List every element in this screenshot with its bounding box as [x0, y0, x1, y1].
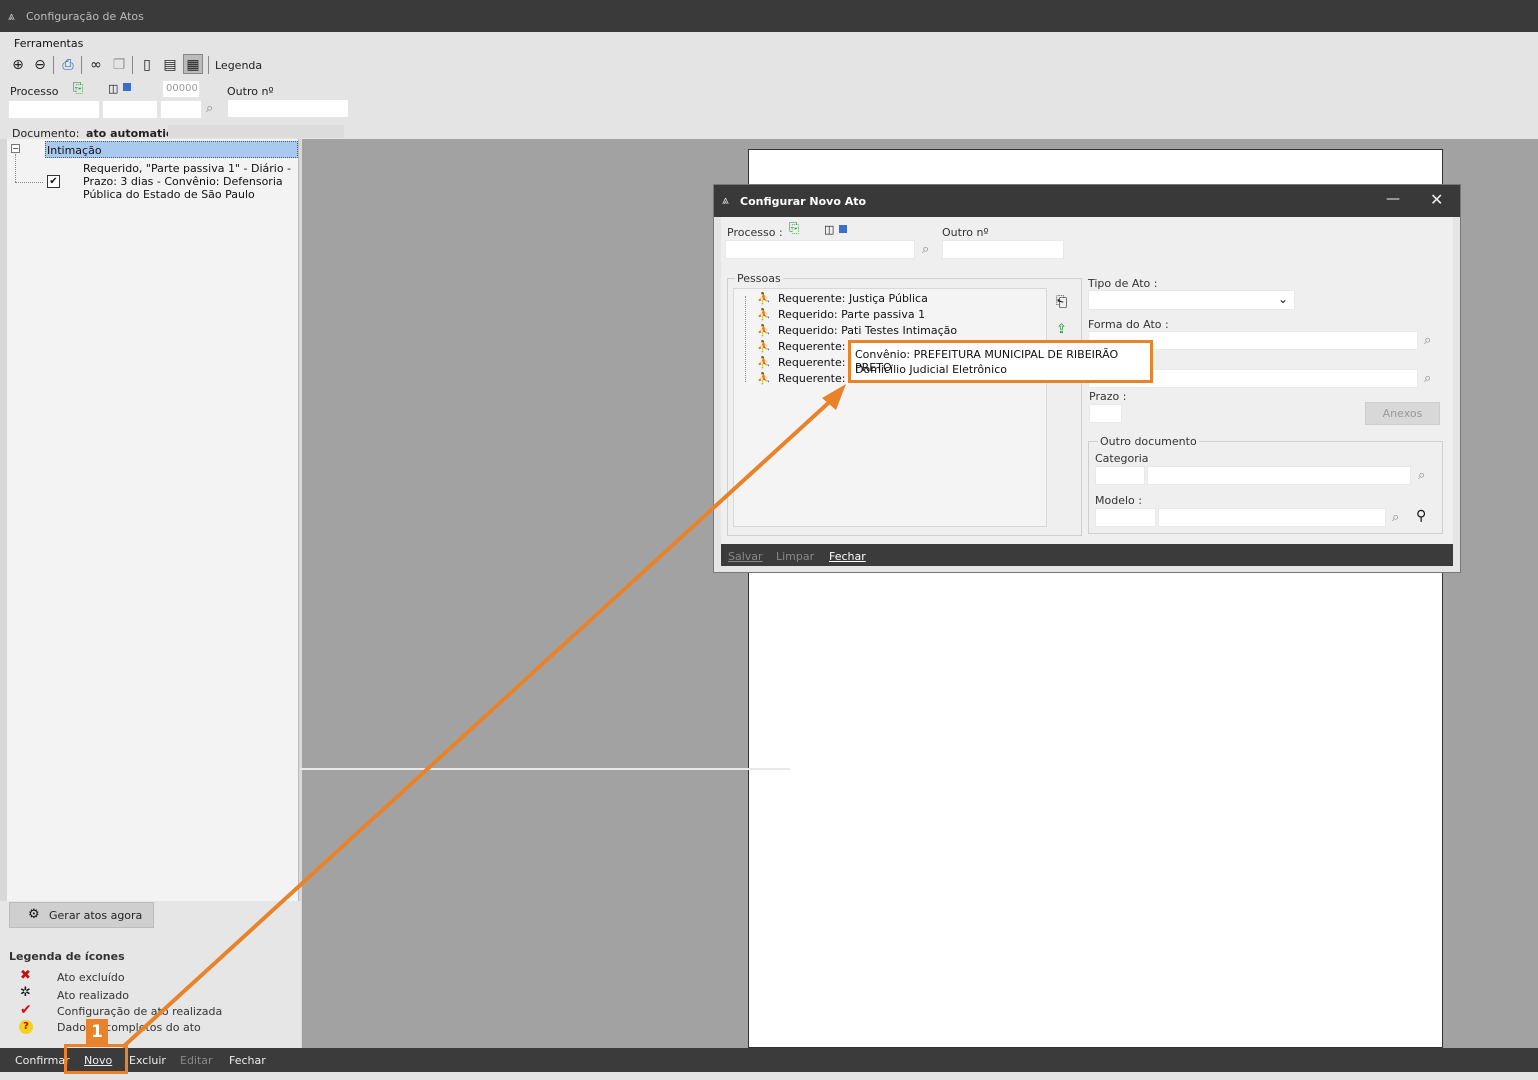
annotation-arrow — [122, 384, 846, 1048]
annotation-highlight — [64, 1044, 128, 1074]
annotation-step-badge: 1 — [86, 1019, 108, 1045]
